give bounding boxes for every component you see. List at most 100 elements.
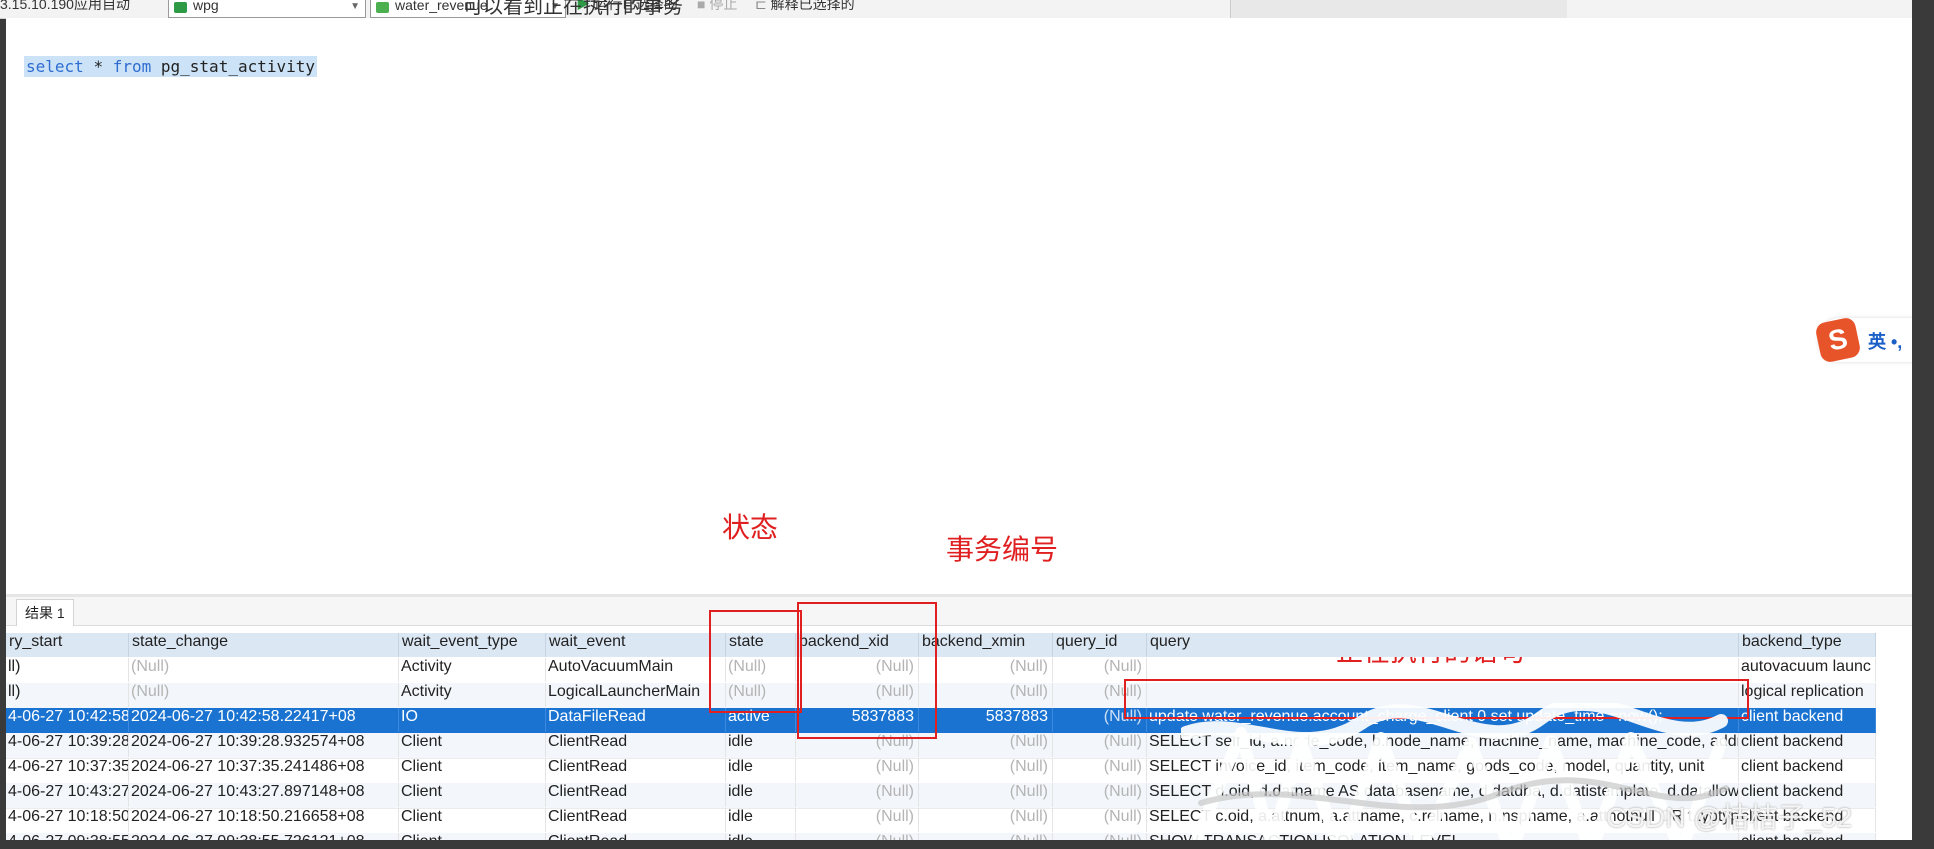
cell-wait-event[interactable]: ClientRead xyxy=(546,733,726,757)
cell-backend-xid[interactable]: (Null) xyxy=(796,833,919,840)
schema-icon xyxy=(376,2,389,13)
column-header-query-id[interactable]: query_id xyxy=(1053,633,1147,657)
cell-backend-type[interactable]: client backend xyxy=(1739,733,1876,757)
xid-highlight-box xyxy=(797,602,937,739)
cell-backend-xmin[interactable]: (Null) xyxy=(919,783,1053,807)
cell-ry-start[interactable]: 4-06-27 10:42:58 xyxy=(6,708,129,732)
cell-ry-start[interactable]: 4-06-27 09:38:55 xyxy=(6,833,129,840)
csdn-watermark: CSDN @桔桔子_52 xyxy=(1606,802,1853,833)
cell-wait-event[interactable]: ClientRead xyxy=(546,833,726,840)
cell-backend-xmin[interactable]: (Null) xyxy=(919,683,1053,707)
stop-icon: ■ xyxy=(697,0,706,12)
column-header-wait-event[interactable]: wait_event xyxy=(546,633,726,657)
toolbar-right-area xyxy=(1230,0,1567,18)
cell-ry-start[interactable]: ll) xyxy=(6,683,129,707)
column-header-state-change[interactable]: state_change xyxy=(129,633,399,657)
sql-keyword-from: from xyxy=(112,57,152,76)
cell-backend-xmin[interactable]: (Null) xyxy=(919,758,1053,782)
cell-backend-xmin[interactable]: (Null) xyxy=(919,833,1053,840)
sql-table: pg_stat_activity xyxy=(160,57,316,76)
cell-state-change[interactable]: 2024-06-27 10:18:50.216658+08 xyxy=(129,808,399,832)
stop-button[interactable]: ■ 停止 xyxy=(697,0,737,16)
annotation-state: 状态 xyxy=(722,513,779,544)
cell-backend-type[interactable]: autovacuum launc xyxy=(1739,658,1876,682)
main-frame: select * from pg_stat_activity S 英 •, 状态… xyxy=(6,18,1912,840)
cell-backend-xmin[interactable]: (Null) xyxy=(919,733,1053,757)
cell-query-id[interactable]: (Null) xyxy=(1053,783,1147,807)
cell-wait-event-type[interactable]: Client xyxy=(399,833,546,840)
cell-state[interactable]: idle xyxy=(726,733,796,757)
column-header-ry-start[interactable]: ry_start xyxy=(6,633,129,657)
toolbar: 3.15.10.190应用自动 wpg ▼ water_revenue ▼ ▶ … xyxy=(0,0,1934,19)
column-header-backend-type[interactable]: backend_type xyxy=(1739,633,1876,657)
database-value: wpg xyxy=(193,0,219,13)
ime-badge[interactable]: S 英 •, xyxy=(1814,316,1912,364)
cell-state-change[interactable]: 2024-06-27 10:42:58.22417+08 xyxy=(129,708,399,732)
annotation-transaction-id: 事务编号 xyxy=(946,535,1059,566)
cell-backend-xid[interactable]: (Null) xyxy=(796,808,919,832)
sogou-logo-icon: S xyxy=(1814,316,1862,364)
cell-wait-event[interactable]: ClientRead xyxy=(546,758,726,782)
database-select[interactable]: wpg ▼ xyxy=(168,0,366,18)
sql-star: * xyxy=(93,57,104,76)
cell-ry-start[interactable]: ll) xyxy=(6,658,129,682)
sql-keyword-select: select xyxy=(26,57,84,76)
cell-ry-start[interactable]: 4-06-27 10:37:35 xyxy=(6,758,129,782)
explain-selected-label: 解释已选择的 xyxy=(770,0,855,12)
cell-backend-xmin[interactable]: (Null) xyxy=(919,808,1053,832)
cell-wait-event-type[interactable]: Client xyxy=(399,733,546,757)
cell-state[interactable]: idle xyxy=(726,808,796,832)
cell-backend-xid[interactable]: (Null) xyxy=(796,783,919,807)
sql-line[interactable]: select * from pg_stat_activity xyxy=(24,56,318,77)
column-header-wait-event-type[interactable]: wait_event_type xyxy=(399,633,546,657)
cell-wait-event[interactable]: ClientRead xyxy=(546,808,726,832)
cell-backend-type[interactable]: client backend xyxy=(1739,758,1876,782)
chevron-down-icon: ▼ xyxy=(350,1,360,12)
cell-state-change[interactable]: (Null) xyxy=(129,658,399,682)
cell-backend-type[interactable]: client backend xyxy=(1739,708,1876,732)
cell-wait-event[interactable]: DataFileRead xyxy=(546,708,726,732)
explain-icon: ⊏ xyxy=(755,0,767,12)
ime-label: 英 •, xyxy=(1868,332,1903,352)
cell-ry-start[interactable]: 4-06-27 10:43:27 xyxy=(6,783,129,807)
cell-state-change[interactable]: 2024-06-27 10:37:35.241486+08 xyxy=(129,758,399,782)
column-header-query[interactable]: query xyxy=(1147,633,1739,657)
cell-backend-xmin[interactable]: 5837883 xyxy=(919,708,1053,732)
cell-query-id[interactable]: (Null) xyxy=(1053,808,1147,832)
cell-backend-xmin[interactable]: (Null) xyxy=(919,658,1053,682)
results-tabbar: 结果 1 xyxy=(6,597,1912,626)
connection-label[interactable]: 3.15.10.190应用自动 xyxy=(0,0,130,16)
tab-result-1[interactable]: 结果 1 xyxy=(16,599,74,626)
cell-wait-event-type[interactable]: Activity xyxy=(399,683,546,707)
explain-selected-button[interactable]: ⊏ 解释已选择的 xyxy=(755,0,855,16)
cell-wait-event[interactable]: AutoVacuumMain xyxy=(546,658,726,682)
state-highlight-box xyxy=(709,610,802,713)
cell-state-change[interactable]: 2024-06-27 10:43:27.897148+08 xyxy=(129,783,399,807)
cell-query-id[interactable]: (Null) xyxy=(1053,833,1147,840)
cell-wait-event[interactable]: LogicalLauncherMain xyxy=(546,683,726,707)
cell-wait-event[interactable]: ClientRead xyxy=(546,783,726,807)
column-header-backend-xmin[interactable]: backend_xmin xyxy=(919,633,1053,657)
cell-ry-start[interactable]: 4-06-27 10:39:28 xyxy=(6,733,129,757)
cell-query-id[interactable]: (Null) xyxy=(1053,733,1147,757)
top-annotation: 可以看到正在执行的事务 xyxy=(463,0,683,18)
results-header: ry_start state_change wait_event_type wait_… xyxy=(6,633,1876,657)
cell-state[interactable]: idle xyxy=(726,758,796,782)
cell-wait-event-type[interactable]: Activity xyxy=(399,658,546,682)
cell-query-id[interactable]: (Null) xyxy=(1053,758,1147,782)
cell-backend-xid[interactable]: (Null) xyxy=(796,758,919,782)
cell-state-change[interactable]: 2024-06-27 09:38:55.726121+08 xyxy=(129,833,399,840)
right-edge xyxy=(1912,0,1934,849)
cell-state-change[interactable]: (Null) xyxy=(129,683,399,707)
stop-label: 停止 xyxy=(709,0,738,12)
cell-wait-event-type[interactable]: Client xyxy=(399,808,546,832)
cell-ry-start[interactable]: 4-06-27 10:18:50 xyxy=(6,808,129,832)
cell-backend-type[interactable]: logical replication xyxy=(1739,683,1876,707)
sql-editor[interactable]: select * from pg_stat_activity S 英 •, xyxy=(6,36,1912,594)
cell-wait-event-type[interactable]: Client xyxy=(399,783,546,807)
cell-wait-event-type[interactable]: Client xyxy=(399,758,546,782)
cell-wait-event-type[interactable]: IO xyxy=(399,708,546,732)
cell-state[interactable]: idle xyxy=(726,783,796,807)
cell-state[interactable]: idle xyxy=(726,833,796,840)
cell-state-change[interactable]: 2024-06-27 10:39:28.932574+08 xyxy=(129,733,399,757)
